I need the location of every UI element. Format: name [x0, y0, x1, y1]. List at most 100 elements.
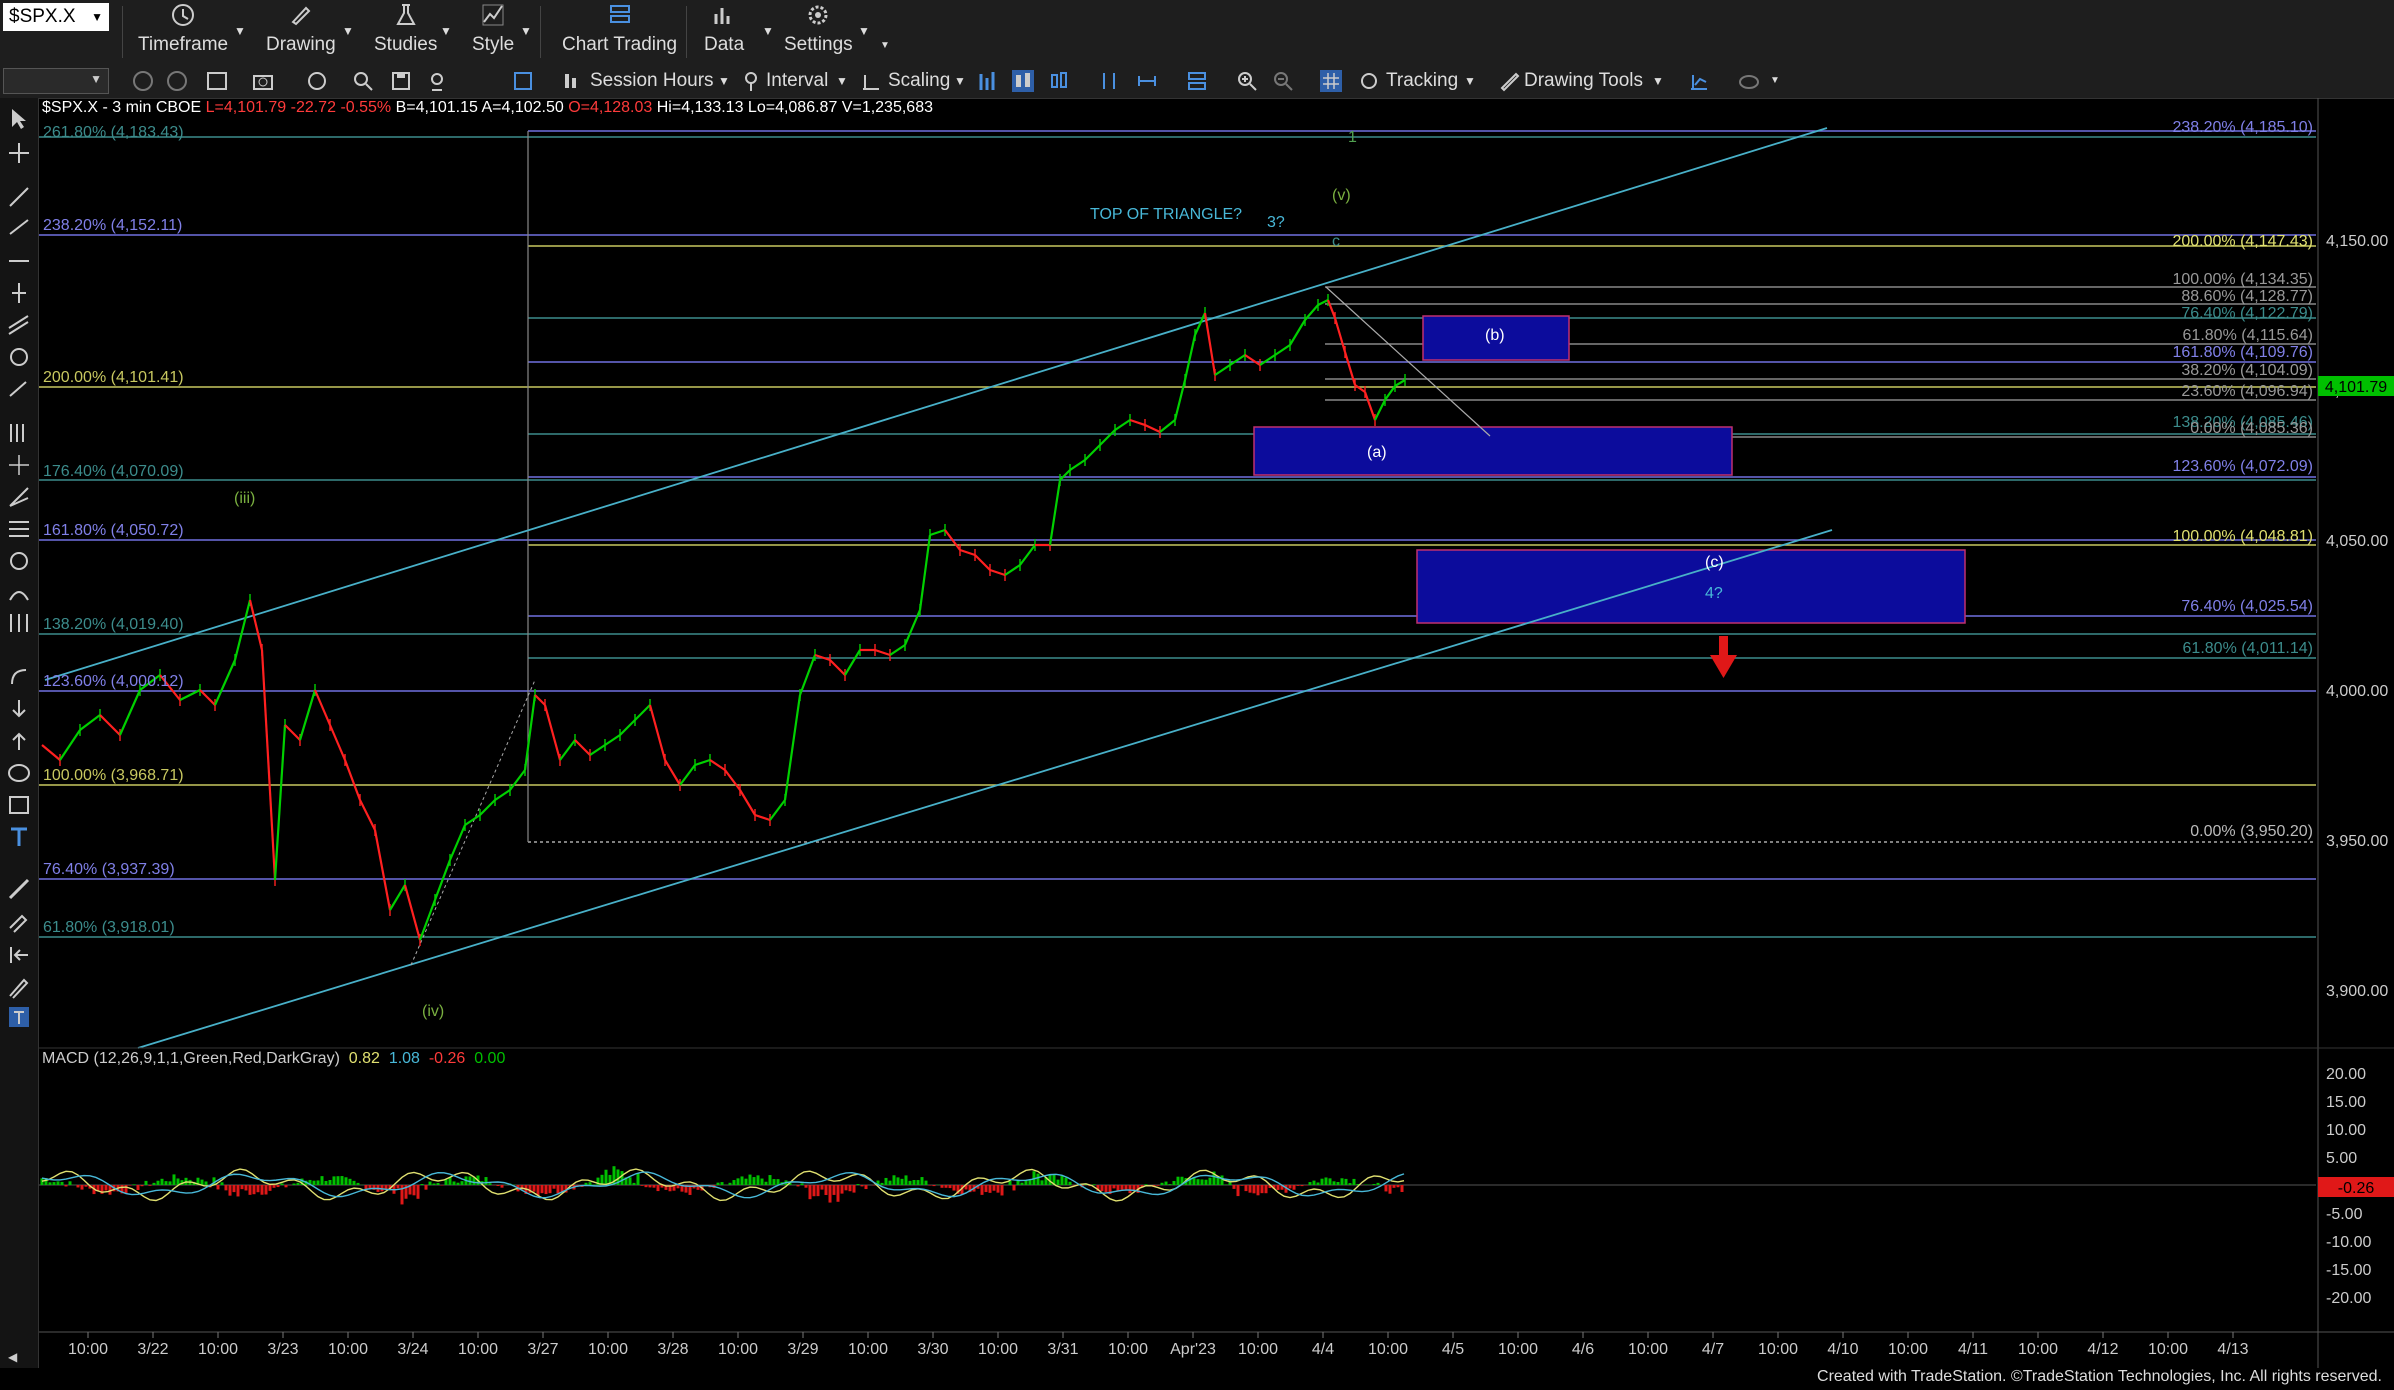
price-chart[interactable]: 4,150.004,100.004,050.004,000.003,950.00…: [0, 0, 2394, 1390]
price-candles: [41, 294, 1406, 946]
price-segment: [328, 724, 347, 761]
price-segment: [99, 714, 121, 736]
macd-label: MACD (12,26,9,1,1,Green,Red,DarkGray): [42, 1050, 340, 1067]
last-price-text: 4,101.79: [2325, 379, 2387, 396]
wave-c-small-label: c: [1332, 233, 1340, 250]
price-tick-label: 3,900.00: [2326, 983, 2388, 1000]
macd-diff: -0.26: [428, 1050, 466, 1067]
time-tick-label: 3/27: [527, 1341, 558, 1358]
wave-a-label: (a): [1367, 444, 1387, 461]
time-tick-label: 3/31: [1047, 1341, 1078, 1358]
price-segment: [769, 799, 786, 821]
price-segment: [59, 729, 81, 761]
time-tick-label: 3/24: [397, 1341, 428, 1358]
time-tick-label: 10:00: [1108, 1341, 1148, 1358]
lower-trendline[interactable]: [137, 529, 1833, 1049]
time-tick-label: Apr'23: [1170, 1341, 1216, 1358]
price-segment: [1203, 312, 1217, 376]
price-segment: [1059, 469, 1071, 481]
pct-change: -0.55%: [340, 99, 392, 116]
time-tick-label: 10:00: [1888, 1341, 1928, 1358]
fib-label: 76.40% (4,025.54): [2181, 598, 2313, 615]
price-segment: [1343, 351, 1357, 386]
price-segment: [313, 689, 332, 726]
price-segment: [213, 659, 237, 706]
price-segment: [118, 689, 142, 736]
price-segment: [343, 759, 362, 801]
price-segment: [974, 554, 991, 571]
price-segment: [559, 739, 576, 761]
time-tick-label: 10:00: [1628, 1341, 1668, 1358]
macd-last-tag: -0.26: [2318, 1177, 2394, 1197]
wave-iii-label: (iii): [234, 490, 255, 507]
price-segment: [1099, 429, 1116, 446]
scroll-left-icon[interactable]: ◀: [8, 1350, 17, 1364]
price-segment: [989, 568, 1006, 577]
c-target-box[interactable]: [1416, 549, 1966, 624]
time-tick-label: 4/13: [2217, 1341, 2248, 1358]
price-segment: [1394, 379, 1406, 387]
price-segment: [359, 799, 376, 831]
net-change: -22.72: [290, 99, 336, 116]
top-of-triangle-label: TOP OF TRIANGLE?: [1090, 206, 1242, 223]
time-tick-label: 4/10: [1827, 1341, 1858, 1358]
macd-tick-label: 10.00: [2326, 1122, 2366, 1139]
price-segment: [1019, 544, 1036, 566]
high-price: Hi=4,133.13: [656, 99, 744, 116]
time-tick-label: 10:00: [1368, 1341, 1408, 1358]
time-tick-label: 10:00: [1238, 1341, 1278, 1358]
price-tick-label: 4,050.00: [2326, 533, 2388, 550]
time-tick-label: 10:00: [198, 1341, 238, 1358]
macd-tick-label: 20.00: [2326, 1066, 2366, 1083]
price-segment: [199, 689, 216, 706]
price-segment: [1274, 344, 1291, 356]
price-segment: [1159, 419, 1176, 433]
price-segment: [739, 789, 756, 816]
fib-label: 123.60% (4,000.12): [43, 673, 184, 690]
price-segment: [1289, 319, 1306, 346]
price-segment: [1144, 424, 1161, 433]
fib-label: 161.80% (4,109.76): [2172, 344, 2313, 361]
time-tick-label: 10:00: [68, 1341, 108, 1358]
open-price: O=4,128.03: [568, 99, 653, 116]
price-segment: [534, 694, 546, 706]
time-tick-label: 4/5: [1442, 1341, 1464, 1358]
price-segment: [479, 799, 496, 816]
time-tick-label: 10:00: [1498, 1341, 1538, 1358]
fib-label: 238.20% (4,152.11): [43, 217, 182, 234]
time-tick-label: 10:00: [848, 1341, 888, 1358]
price-segment: [233, 599, 252, 661]
price-segment: [929, 528, 946, 537]
wave-3-label: 3?: [1267, 214, 1285, 231]
fib-label: 100.00% (4,048.81): [2172, 528, 2313, 545]
price-segment: [679, 764, 696, 786]
fib-label: 200.00% (4,147.43): [2172, 233, 2313, 250]
price-segment: [1333, 317, 1347, 353]
macd-header: MACD (12,26,9,1,1,Green,Red,DarkGray) 0.…: [42, 1050, 505, 1068]
wave-iv-label: (iv): [422, 1003, 444, 1020]
dotted-wave-line[interactable]: [410, 679, 536, 966]
footer-credit: Created with TradeStation. ©TradeStation…: [1817, 1368, 2382, 1385]
fib-label: 88.60% (4,128.77): [2181, 288, 2313, 305]
price-segment: [1004, 564, 1021, 576]
price-segment: [509, 769, 526, 791]
price-segment: [648, 704, 667, 761]
fib-label: 161.80% (4,050.72): [43, 522, 184, 539]
price-segment: [494, 789, 511, 801]
last-price-tag: 4,101.79: [2318, 376, 2394, 396]
time-tick-label: 3/29: [787, 1341, 818, 1358]
macd-last-text: -0.26: [2338, 1180, 2375, 1197]
a-support-box[interactable]: [1253, 426, 1733, 476]
price-segment: [634, 704, 651, 721]
price-segment: [1384, 385, 1396, 401]
price-segment: [523, 694, 537, 771]
time-tick-label: 10:00: [458, 1341, 498, 1358]
bid-price: B=4,101.15: [395, 99, 478, 116]
ask-price: A=4,102.50: [481, 99, 564, 116]
price-segment: [798, 654, 817, 696]
fib-label: 238.20% (4,185.10): [2172, 119, 2313, 136]
time-tick-label: 10:00: [2148, 1341, 2188, 1358]
fib-label: 76.40% (4,122.79): [2181, 305, 2313, 322]
price-segment: [1183, 334, 1197, 381]
fib-label: 0.00% (4,085.36): [2190, 420, 2313, 437]
